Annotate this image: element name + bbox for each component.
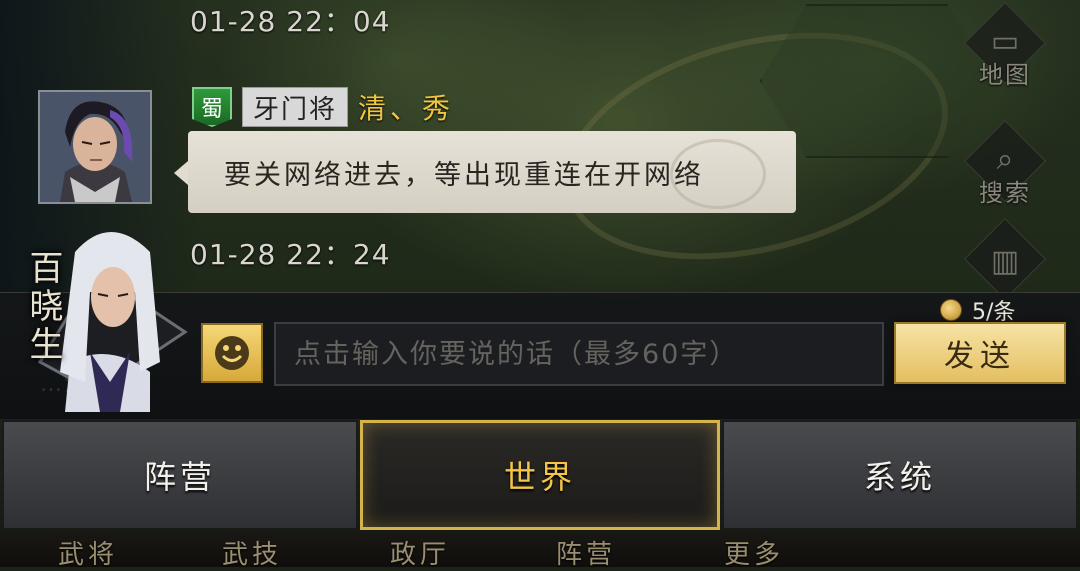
channel-tabs: 阵营 世界 系统 [0, 418, 1080, 532]
scroll-icon: ▥ [990, 244, 1020, 279]
emoji-button[interactable] [201, 323, 263, 383]
nav-more[interactable]: 更多 [724, 534, 784, 571]
npc-name: 百晓生 [23, 250, 63, 364]
nav-skills[interactable]: 武技 [222, 534, 282, 571]
bubble-watermark [670, 139, 766, 209]
tab-system[interactable]: 系统 [722, 420, 1078, 530]
message-timestamp: 01-28 22：04 [190, 5, 391, 38]
map-button[interactable]: ▭ 地图 [960, 1, 1050, 90]
message-bubble: 要关网络进去，等出现重连在开网络 [174, 131, 796, 213]
chat-message-input[interactable] [274, 322, 884, 386]
rank-tag: 牙门将 [242, 87, 349, 127]
player-name[interactable]: 清、秀 [358, 87, 454, 127]
nav-generals[interactable]: 武将 [58, 534, 118, 571]
map-button-label: 地图 [979, 61, 1031, 89]
sender-info: 蜀 牙门将 清、秀 [192, 86, 454, 128]
message-text: 要关网络进去，等出现重连在开网络 [224, 159, 704, 191]
message-timestamp: 01-28 22：24 [190, 238, 391, 271]
coin-icon [940, 299, 962, 321]
bottom-navigation: 武将 武技 政厅 阵营 更多 [0, 532, 1080, 570]
nav-government[interactable]: 政厅 [390, 534, 450, 571]
smiley-icon [215, 336, 249, 370]
send-button[interactable]: 发送 [894, 322, 1066, 384]
player-avatar[interactable] [38, 90, 152, 204]
nav-faction[interactable]: 阵营 [556, 534, 616, 571]
search-button-label: 搜索 [979, 179, 1031, 207]
tab-world[interactable]: 世界 [360, 420, 720, 530]
search-button[interactable]: ⌕ 搜索 [960, 119, 1050, 208]
faction-badge: 蜀 [192, 87, 232, 127]
tab-faction[interactable]: 阵营 [2, 420, 358, 530]
more-map-button[interactable]: ▥ [960, 217, 1050, 301]
player-portrait-image [40, 92, 150, 202]
